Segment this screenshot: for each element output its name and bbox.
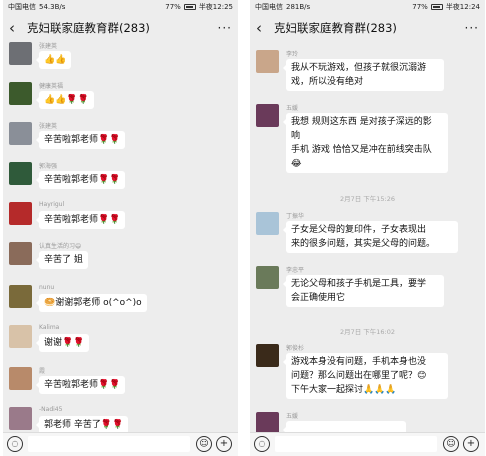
battery-icon [430,4,443,10]
avatar[interactable] [256,212,279,235]
sender-name: -Nadi45 [39,406,63,413]
message-bubble[interactable]: 👍👍 [35,51,72,69]
chat-screen-right: 中国电信 281B/s 77% 半夜12:24 ‹ 克妇联家庭教育群(283) … [250,0,485,456]
avatar[interactable] [256,344,279,367]
avatar[interactable] [9,162,32,185]
chat-title: 克妇联家庭教育群(283) [27,21,150,35]
carrier-label: 中国电信 [8,3,36,11]
message-bubble[interactable]: 辛苦啦郭老师🌹🌹 [35,211,126,229]
sender-name: nunu [39,284,55,291]
sender-name: 张建英 [39,43,58,50]
sender-name: 五媛 [286,413,299,420]
clock-label: 半夜12:24 [445,3,480,11]
carrier-label: 中国电信 [255,3,283,11]
sender-name: 郭俊杉 [286,345,305,352]
message-bubble[interactable]: 我从不玩游戏，但孩子就很沉溺游 戏，所以没有绝对 [283,59,444,91]
plus-icon[interactable]: + [216,436,232,452]
sender-name: 李玲 [286,51,299,58]
message-bubble[interactable]: 郭老师 辛苦了🌹🌹 [35,416,129,432]
sender-name: Kalima [39,324,60,331]
chat-header: ‹ 克妇联家庭教育群(283) ··· [250,14,485,42]
avatar[interactable] [256,104,279,127]
sender-name: 丁振华 [286,213,305,220]
back-arrow-icon[interactable]: ‹ [9,20,21,36]
sender-name: 健康英福 [39,83,64,90]
message-bubble[interactable] [283,421,406,432]
message-bubble[interactable]: 辛苦啦郭老师🌹🌹 [35,131,126,149]
message-bubble[interactable]: 辛苦了 姐 [36,251,88,269]
battery-percent: 77% [165,3,181,11]
input-bar: ◌ ☺ + [3,432,238,456]
message-bubble[interactable]: 辛苦啦郭老师🌹🌹 [35,376,126,394]
avatar[interactable] [9,367,32,390]
status-bar: 中国电信 281B/s 77% 半夜12:24 [250,0,485,14]
message-list[interactable]: 张建英 👍👍 健康英福 👍👍🌹🌹 张建英 辛苦啦郭老师🌹🌹 郭海强 辛苦啦郭老师… [3,42,238,432]
message-bubble[interactable]: 游戏本身没有问题，手机本身也没 问题？那么问题出在哪里了呢？😊 下午大家一起探讨… [283,353,448,399]
emoji-icon[interactable]: ☺ [443,436,459,452]
avatar[interactable] [9,325,32,348]
avatar[interactable] [256,50,279,73]
message-bubble[interactable]: 无论父母和孩子手机是工具，要学 会正确使用它 [283,275,444,307]
avatar[interactable] [9,285,32,308]
message-list[interactable]: 李玲 我从不玩游戏，但孩子就很沉溺游 戏，所以没有绝对 五媛 我想 规则这东西 … [250,42,485,432]
sender-name: 郭海强 [39,163,58,170]
message-input[interactable] [28,436,190,452]
timestamp: 2月7日 下午15:26 [339,195,396,203]
message-bubble[interactable]: 谢谢🌹🌹 [35,334,90,352]
sender-name: 霞 [39,368,46,375]
sender-name: 五媛 [286,105,299,112]
emoji-icon[interactable]: ☺ [196,436,212,452]
back-arrow-icon[interactable]: ‹ [256,20,268,36]
message-bubble[interactable]: 👍👍🌹🌹 [36,91,94,109]
speed-label: 281B/s [286,3,311,11]
input-bar: ◌ ☺ + [250,432,485,456]
chat-screen-left: 中国电信 54.3B/s 77% 半夜12:25 ‹ 克妇联家庭教育群(283)… [3,0,238,456]
message-bubble[interactable]: 🥯谢谢郭老师 o(^o^)o [36,294,147,312]
status-bar: 中国电信 54.3B/s 77% 半夜12:25 [3,0,238,14]
battery-percent: 77% [412,3,428,11]
more-options-icon[interactable]: ··· [218,21,232,35]
voice-input-icon[interactable]: ◌ [254,436,270,452]
avatar[interactable] [256,412,279,432]
message-bubble[interactable]: 子女是父母的复印件，子女表现出 来的很多问题，其实是父母的问题。 [283,221,458,253]
plus-icon[interactable]: + [463,436,479,452]
message-input[interactable] [275,436,437,452]
chat-header: ‹ 克妇联家庭教育群(283) ··· [3,14,238,42]
battery-icon [183,4,196,10]
sender-name: 张建英 [39,123,58,130]
chat-title: 克妇联家庭教育群(283) [274,21,397,35]
avatar[interactable] [9,407,32,430]
message-bubble[interactable]: 辛苦啦郭老师🌹🌹 [35,171,126,189]
voice-input-icon[interactable]: ◌ [7,436,23,452]
more-options-icon[interactable]: ··· [465,21,479,35]
sender-name: 认真生活的习😄 [39,243,82,250]
avatar[interactable] [9,242,32,265]
clock-label: 半夜12:25 [198,3,233,11]
message-bubble[interactable]: 我想 规则这东西 是对孩子深远的影 响 手机 游戏 恰恰又是冲在前线突击队 😂 [283,113,448,173]
avatar[interactable] [256,266,279,289]
speed-label: 54.3B/s [39,3,66,11]
avatar[interactable] [9,202,32,225]
timestamp: 2月7日 下午16:02 [339,328,396,336]
avatar[interactable] [9,122,32,145]
avatar[interactable] [9,82,32,105]
sender-name: Hayrigul [39,201,65,208]
sender-name: 李忠平 [286,267,305,274]
avatar[interactable] [9,42,32,65]
